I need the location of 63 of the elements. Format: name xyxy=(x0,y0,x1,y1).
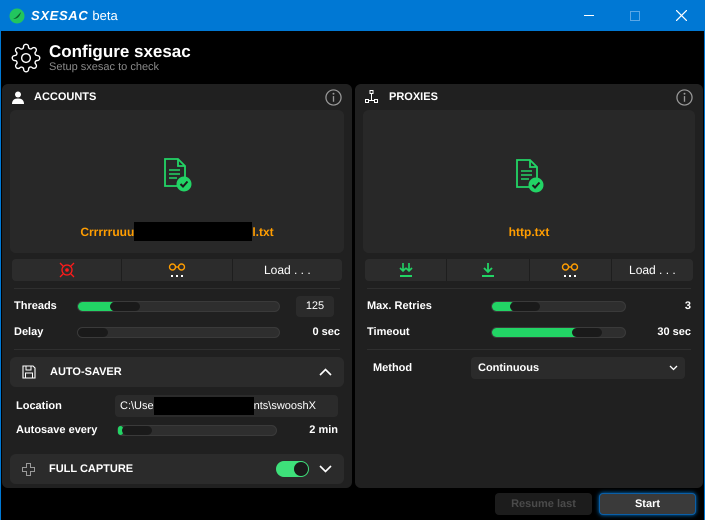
setting-label: Location xyxy=(16,398,63,414)
slider[interactable] xyxy=(77,300,280,312)
chevron-up-icon[interactable] xyxy=(319,368,332,376)
panel-title: PROXIES xyxy=(389,90,438,105)
double-download-icon xyxy=(398,262,414,278)
slider-thumb[interactable] xyxy=(110,302,140,310)
gear-icon xyxy=(11,42,41,72)
person-icon xyxy=(12,90,24,104)
slider-thumb[interactable] xyxy=(510,302,540,310)
section-title: FULL CAPTURE xyxy=(49,462,134,477)
section-title: AUTO-SAVER xyxy=(50,364,122,380)
method-dropdown[interactable]: Continuous xyxy=(471,357,685,379)
slider[interactable] xyxy=(491,300,626,312)
load-button[interactable]: Load . . . xyxy=(612,259,693,281)
number-field[interactable]: 125 xyxy=(296,296,334,316)
toggle-switch[interactable] xyxy=(276,461,309,477)
file-name: http.txt xyxy=(508,224,550,241)
page-title: Configure sxesac xyxy=(49,42,191,60)
close-icon xyxy=(676,10,686,21)
download-icon xyxy=(480,262,495,278)
file-name: l.txt xyxy=(252,224,274,240)
full-capture-header[interactable]: FULL CAPTURE xyxy=(10,454,344,484)
setting-label: Max. Retries xyxy=(367,298,433,314)
info-icon[interactable] xyxy=(325,88,342,106)
setting-value: 30 sec xyxy=(656,324,691,340)
info-icon[interactable] xyxy=(676,88,693,106)
setting-label: Timeout xyxy=(367,324,411,340)
document-check-icon xyxy=(514,159,544,193)
setting-value: 3 xyxy=(684,298,691,314)
setting-label: Threads xyxy=(14,298,58,314)
slider[interactable] xyxy=(77,326,280,338)
path-text: nts\swooshX xyxy=(254,398,316,414)
start-button[interactable]: Start xyxy=(599,493,696,515)
slider-thumb[interactable] xyxy=(78,328,108,336)
setting-value: 0 sec xyxy=(311,324,340,340)
file-name: Crrrrruuu xyxy=(80,224,134,240)
network-icon xyxy=(365,90,379,104)
minimize-icon xyxy=(584,14,594,16)
maximize-icon xyxy=(630,10,640,20)
load-button[interactable]: Load . . . xyxy=(232,259,342,281)
setting-label: Delay xyxy=(14,324,44,340)
chevron-down-icon[interactable] xyxy=(319,465,332,473)
setting-label: Method xyxy=(373,360,414,376)
document-check-icon xyxy=(162,158,192,192)
glasses-icon xyxy=(168,262,186,278)
plus-icon xyxy=(22,462,35,476)
path-text: C:\Use xyxy=(120,398,154,414)
app-title: SXESAC xyxy=(31,6,88,25)
glasses-icon xyxy=(561,262,580,278)
logo-icon xyxy=(9,8,25,24)
app-title-suffix: beta xyxy=(92,6,118,25)
auto-saver-header[interactable]: AUTO-SAVER xyxy=(10,357,344,387)
slider-thumb[interactable] xyxy=(122,426,152,434)
panel-title: ACCOUNTS xyxy=(34,90,96,105)
target-icon xyxy=(58,262,75,278)
slider[interactable] xyxy=(117,424,277,436)
chevron-down-icon xyxy=(669,365,678,371)
slider[interactable] xyxy=(491,326,626,338)
slider-thumb[interactable] xyxy=(572,328,602,336)
setting-label: Autosave every xyxy=(16,422,98,438)
setting-value: 2 min xyxy=(309,422,338,438)
page-subtitle: Setup sxesac to check xyxy=(49,60,160,74)
location-field[interactable]: C:\Use nts\swooshX xyxy=(115,395,338,417)
